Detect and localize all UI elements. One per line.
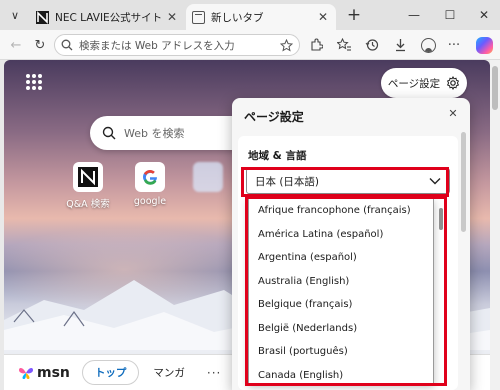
download-icon	[395, 39, 405, 52]
extensions-button[interactable]	[306, 35, 326, 55]
refresh-button[interactable]: ↻	[30, 35, 50, 55]
page-settings-button[interactable]: ページ設定	[381, 68, 467, 98]
tab-new-tab[interactable]: 新しいタブ ✕	[186, 4, 336, 30]
msn-logo-text: msn	[37, 364, 70, 381]
msn-more-button[interactable]: ···	[207, 366, 221, 380]
profile-button[interactable]	[418, 35, 438, 55]
maximize-icon: ☐	[444, 8, 456, 22]
google-logo-icon	[135, 162, 165, 192]
tab-title: NEC LAVIE公式サイト > サービス	[55, 11, 165, 24]
page-settings-label: ページ設定	[387, 77, 441, 90]
new-tab-favicon-icon	[192, 10, 205, 24]
web-search-box[interactable]: Web を検索	[90, 116, 250, 150]
red-highlight-dropdown	[245, 196, 447, 386]
tab-title: 新しいタブ	[211, 11, 264, 24]
minimize-icon: —	[408, 8, 420, 22]
msn-butterfly-icon	[19, 367, 33, 379]
panel-title: ページ設定	[244, 110, 304, 124]
panel-scrollbar-thumb[interactable]	[461, 132, 466, 232]
history-icon	[365, 39, 379, 51]
favorites-button[interactable]	[334, 35, 354, 55]
msn-logo[interactable]: msn	[18, 365, 70, 381]
search-icon	[61, 39, 73, 51]
scrollbar-thumb[interactable]	[492, 66, 498, 110]
quick-link-blurred[interactable]	[178, 162, 238, 196]
close-window-button[interactable]: ✕	[474, 6, 494, 24]
search-icon	[102, 126, 116, 140]
minimize-button[interactable]: —	[404, 6, 424, 24]
address-input[interactable]: 検索または Web アドレスを入力	[79, 38, 280, 53]
page-scrollbar[interactable]	[490, 60, 500, 390]
region-language-heading: 地域 & 言語	[248, 150, 307, 162]
favorites-list-icon	[336, 38, 351, 51]
back-button[interactable]: ←	[6, 35, 26, 55]
close-panel-button[interactable]: ✕	[446, 107, 460, 121]
copilot-icon	[475, 36, 493, 54]
chevron-down-icon: ∨	[10, 8, 20, 22]
maximize-button[interactable]: ☐	[440, 6, 460, 24]
title-bar: ∨ NEC LAVIE公式サイト > サービス ✕ 新しいタブ ✕ + — ☐ …	[0, 0, 500, 30]
tab-actions-menu-button[interactable]: ∨	[4, 5, 26, 25]
quick-link-qa-search[interactable]: Q&A 検索	[58, 162, 118, 210]
quick-link-label: Q&A 検索	[66, 199, 110, 210]
more-dots-icon: ···	[447, 37, 461, 53]
msn-tab-manga[interactable]: マンガ	[153, 365, 185, 380]
search-placeholder: Web を検索	[124, 127, 185, 140]
new-tab-button[interactable]: +	[344, 6, 364, 26]
msn-tab-top[interactable]: トップ	[81, 360, 140, 385]
red-highlight-select	[241, 167, 449, 197]
navigation-toolbar: ← ↻ 検索または Web アドレスを入力 ···	[0, 30, 500, 60]
plus-icon: +	[346, 5, 362, 25]
downloads-button[interactable]	[390, 35, 410, 55]
close-tab-icon[interactable]: ✕	[316, 10, 330, 24]
history-button[interactable]	[362, 35, 382, 55]
blurred-site-icon	[193, 162, 223, 192]
avatar-icon	[420, 37, 436, 53]
quick-link-label: google	[133, 196, 167, 207]
favorite-star-icon[interactable]	[280, 38, 293, 52]
tab-nec-lavie[interactable]: NEC LAVIE公式サイト > サービス ✕	[30, 4, 185, 30]
puzzle-icon	[311, 38, 323, 51]
close-tab-icon[interactable]: ✕	[165, 10, 179, 24]
refresh-icon: ↻	[34, 37, 46, 53]
close-icon: ✕	[478, 8, 490, 22]
arrow-left-icon: ←	[10, 37, 22, 53]
copilot-button[interactable]	[474, 35, 494, 55]
more-menu-button[interactable]: ···	[444, 35, 464, 55]
close-icon: ✕	[448, 107, 458, 120]
quick-link-google[interactable]: google	[120, 162, 180, 207]
gear-icon	[447, 76, 460, 90]
address-bar[interactable]: 検索または Web アドレスを入力	[54, 34, 300, 56]
app-launcher-grid-icon[interactable]	[26, 74, 42, 90]
nec-favicon-icon	[36, 10, 49, 24]
nec-logo-icon	[73, 162, 103, 192]
